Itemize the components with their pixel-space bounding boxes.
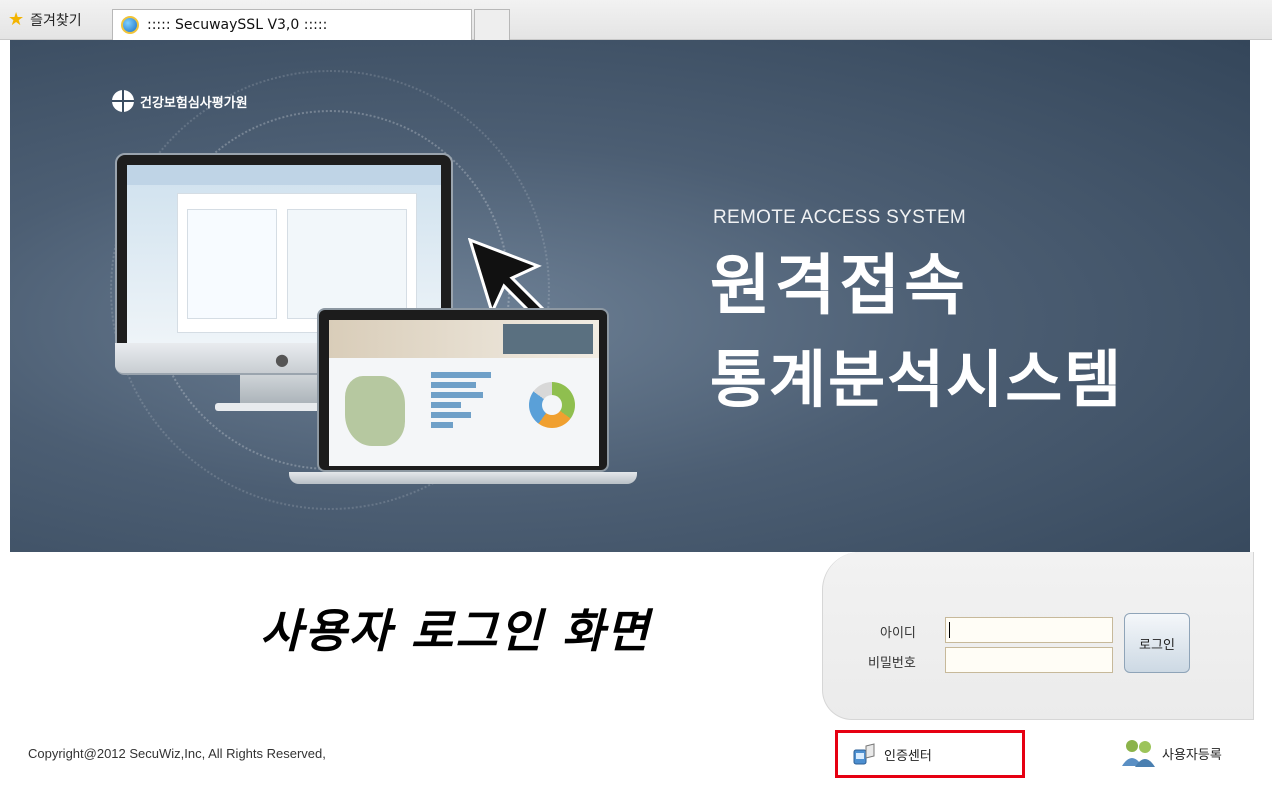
hero-title-line1: 원격접속 xyxy=(710,247,969,324)
login-heading: 사용자 로그인 화면 xyxy=(260,604,651,658)
browser-tab[interactable]: ::::: SecuwaySSL V3,0 ::::: xyxy=(112,9,472,40)
copyright-text: Copyright@2012 SecuWiz,Inc, All Rights R… xyxy=(28,746,326,761)
org-name: 건강보험심사평가원 xyxy=(140,95,248,111)
favorites-label: 즐겨찾기 xyxy=(30,13,82,29)
star-icon: ★ xyxy=(8,9,25,30)
logo-icon xyxy=(112,90,134,112)
cert-center-link[interactable]: 인증센터 xyxy=(835,730,1025,778)
cert-center-icon xyxy=(853,743,875,765)
browser-toolbar: ★ 즐겨찾기 ::::: SecuwaySSL V3,0 ::::: xyxy=(0,0,1272,40)
text-caret xyxy=(949,622,950,638)
favorites-button[interactable]: ★ 즐겨찾기 xyxy=(8,10,82,30)
cert-center-label: 인증센터 xyxy=(884,748,932,764)
id-label: 아이디 xyxy=(880,626,916,641)
hero-banner: 건강보험심사평가원 ● REMOTE ACCESS SYSTEM 원격접속 통계… xyxy=(10,40,1250,552)
password-input[interactable] xyxy=(945,647,1113,673)
password-label: 비밀번호 xyxy=(868,656,916,671)
new-tab-button[interactable] xyxy=(474,9,510,40)
users-icon xyxy=(1122,740,1155,767)
user-register-link[interactable]: 사용자등록 xyxy=(1122,738,1222,768)
user-register-label: 사용자등록 xyxy=(1162,747,1222,763)
ie-icon xyxy=(121,16,139,34)
apple-icon: ● xyxy=(275,350,289,369)
laptop-base xyxy=(289,472,637,484)
tab-title: ::::: SecuwaySSL V3,0 ::::: xyxy=(147,17,328,33)
org-logo: 건강보험심사평가원 xyxy=(112,90,248,112)
id-input[interactable] xyxy=(945,617,1113,643)
hero-title-line2: 통계분석시스템 xyxy=(710,343,1124,416)
login-button[interactable]: 로그인 xyxy=(1124,613,1190,673)
laptop-illustration xyxy=(289,308,637,490)
laptop-frame xyxy=(317,308,609,472)
cursor-arrow-icon xyxy=(468,238,545,318)
hero-subtitle: REMOTE ACCESS SYSTEM xyxy=(713,207,967,228)
laptop-screen xyxy=(329,320,599,466)
